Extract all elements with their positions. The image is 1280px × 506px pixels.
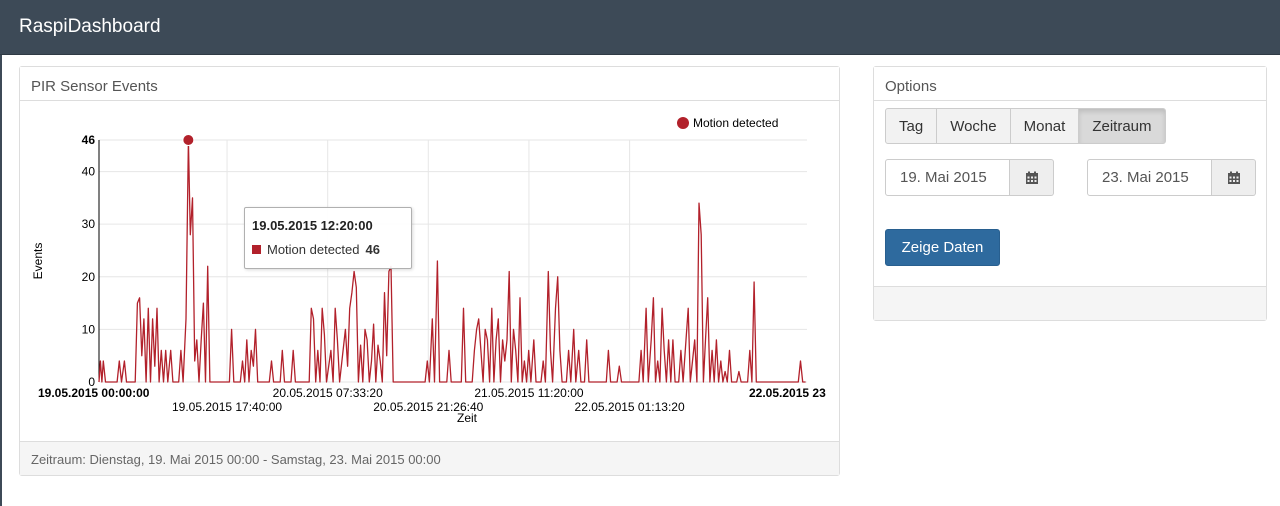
x-axis-label: Zeit	[457, 411, 478, 425]
x-tick-label: 19.05.2015 17:40:00	[172, 400, 282, 414]
x-tick-label: 20.05.2015 07:33:20	[273, 386, 383, 400]
options-panel-footer	[874, 286, 1266, 320]
series-line-motion-detected	[98, 139, 806, 383]
y-tick-label: 46	[82, 133, 96, 147]
chart-panel: PIR Sensor Events 0 10 20 30 40 46 Events 19.05…	[19, 66, 840, 476]
app-brand[interactable]: RaspiDashboard	[19, 16, 161, 38]
range-button-group: Tag Woche Monat Zeitraum	[885, 108, 1166, 144]
x-tick-label: 19.05.2015 00:00:00	[38, 386, 150, 400]
range-button-tag[interactable]: Tag	[885, 108, 938, 144]
chart-panel-footer: Zeitraum: Dienstag, 19. Mai 2015 00:00 -…	[20, 441, 839, 475]
tooltip-row: Motion detected 46	[252, 242, 411, 257]
chart-panel-heading: PIR Sensor Events	[20, 67, 839, 101]
y-tick-label: 10	[82, 322, 96, 336]
range-button-monat[interactable]: Monat	[1009, 108, 1080, 144]
x-tick-label: 22.05.2015 01:13:20	[575, 400, 685, 414]
date-to-group: 23. Mai 2015	[1087, 159, 1256, 196]
calendar-icon	[1025, 171, 1038, 184]
calendar-icon	[1227, 171, 1240, 184]
date-to-calendar-button[interactable]	[1212, 159, 1256, 196]
events-chart: 01020304046Events19.05.2015 00:00:0019.0…	[31, 116, 826, 425]
date-to-input[interactable]: 23. Mai 2015	[1087, 159, 1212, 196]
highlight-point-marker	[182, 134, 195, 146]
range-button-woche[interactable]: Woche	[936, 108, 1011, 144]
chart-tooltip: 19.05.2015 12:20:00 Motion detected 46	[244, 207, 412, 269]
left-edge-bar	[0, 55, 2, 506]
y-tick-label: 40	[82, 165, 96, 179]
tooltip-swatch-icon	[252, 245, 261, 254]
y-tick-label: 20	[82, 270, 96, 284]
tooltip-title: 19.05.2015 12:20:00	[252, 218, 373, 233]
y-tick-label: 30	[82, 217, 96, 231]
date-from-group: 19. Mai 2015	[885, 159, 1054, 196]
options-panel: Options Tag Woche Monat Zeitraum 19. Mai…	[873, 66, 1267, 321]
date-from-input[interactable]: 19. Mai 2015	[885, 159, 1010, 196]
date-from-calendar-button[interactable]	[1010, 159, 1054, 196]
tooltip-value: 46	[365, 242, 380, 257]
legend-marker-icon	[677, 117, 689, 129]
range-button-zeitraum[interactable]: Zeitraum	[1078, 108, 1166, 144]
show-data-button[interactable]: Zeige Daten	[885, 229, 1000, 266]
x-tick-label: 21.05.2015 11:20:00	[474, 386, 584, 400]
legend-label: Motion detected	[693, 116, 778, 130]
x-tick-label: 22.05.2015 23	[749, 386, 826, 400]
tooltip-series: Motion detected	[267, 242, 360, 257]
options-heading: Options	[874, 67, 1266, 101]
y-axis-label: Events	[31, 243, 45, 280]
top-navbar: RaspiDashboard	[0, 0, 1280, 55]
